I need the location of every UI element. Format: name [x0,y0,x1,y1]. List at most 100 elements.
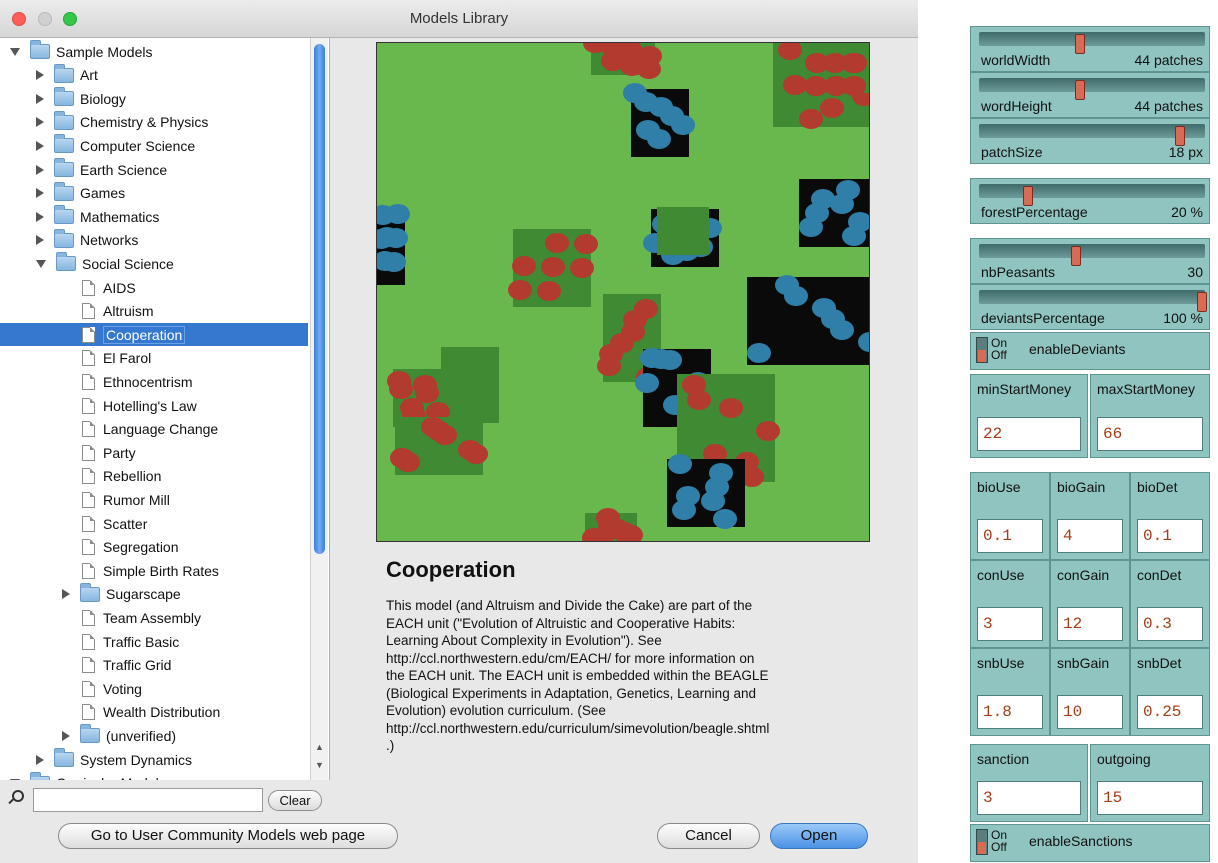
cancel-button[interactable]: Cancel [657,823,760,849]
input-field[interactable]: 15 [1097,781,1203,815]
input-field[interactable]: 3 [977,781,1081,815]
slider-patchSize[interactable]: patchSize 18 px [970,118,1210,164]
tree-model-item[interactable]: Hotelling's Law [0,394,308,417]
input-bioUse[interactable]: bioUse 0.1 [970,472,1050,560]
slider-handle[interactable] [1023,186,1033,206]
tree-model-item[interactable]: Altruism [0,300,308,323]
toggle-switch[interactable] [976,337,988,363]
slider-track[interactable] [979,244,1205,266]
input-minStartMoney[interactable]: minStartMoney 22 [970,374,1088,458]
input-field[interactable]: 0.25 [1137,695,1203,729]
clear-button[interactable]: Clear [268,790,322,811]
input-field[interactable]: 66 [1097,417,1203,451]
input-field[interactable]: 0.1 [977,519,1043,553]
disclosure-right-icon[interactable] [36,754,44,765]
input-outgoing[interactable]: outgoing 15 [1090,744,1210,822]
slider-forestPercentage[interactable]: forestPercentage 20 % [970,178,1210,224]
tree-folder[interactable]: Sugarscape [0,582,308,606]
models-tree[interactable]: Sample Models Art Biology Chemistry & Physi… [0,38,330,780]
disclosure-right-icon[interactable] [36,70,44,81]
slider-track[interactable] [979,290,1207,312]
input-field[interactable]: 10 [1057,695,1123,729]
input-field[interactable]: 0.1 [1137,519,1203,553]
switch-knob[interactable] [978,842,986,854]
input-field[interactable]: 0.3 [1137,607,1203,641]
input-snbUse[interactable]: snbUse 1.8 [970,648,1050,736]
disclosure-right-icon[interactable] [36,93,44,104]
input-field[interactable]: 12 [1057,607,1123,641]
title-bar[interactable]: Models Library [0,0,918,38]
tree-folder[interactable]: Mathematics [0,205,308,228]
input-bioGain[interactable]: bioGain 4 [1050,472,1130,560]
scroll-thumb[interactable] [314,44,325,554]
switch-knob[interactable] [978,350,986,362]
disclosure-right-icon[interactable] [36,235,44,246]
scroll-up-arrow-icon[interactable]: ▲ [315,742,324,752]
tree-folder[interactable]: Earth Science [0,158,308,181]
input-conDet[interactable]: conDet 0.3 [1130,560,1210,648]
slider-track[interactable] [979,78,1205,100]
slider-track[interactable] [979,184,1205,206]
toggle-switch[interactable] [976,829,988,855]
tree-folder[interactable]: Social Science [0,252,308,275]
tree-model-item[interactable]: Simple Birth Rates [0,559,308,582]
slider-handle[interactable] [1175,126,1185,146]
tree-model-item[interactable]: Traffic Basic [0,630,308,653]
tree-model-item[interactable]: Language Change [0,418,308,441]
tree-model-item[interactable]: Cooperation [0,323,308,347]
slider-deviantsPercentage[interactable]: deviantsPercentage 100 % [970,284,1210,330]
tree-model-item[interactable]: Traffic Grid [0,654,308,677]
tree-folder[interactable]: Biology [0,87,308,110]
disclosure-right-icon[interactable] [62,730,70,741]
slider-handle[interactable] [1071,246,1081,266]
tree-model-item[interactable]: Segregation [0,536,308,559]
input-bioDet[interactable]: bioDet 0.1 [1130,472,1210,560]
input-maxStartMoney[interactable]: maxStartMoney 66 [1090,374,1210,458]
tree-folder[interactable]: Computer Science [0,134,308,157]
disclosure-down-icon[interactable] [10,47,20,56]
tree-folder[interactable]: Networks [0,228,308,252]
tree-model-item[interactable]: El Farol [0,347,308,370]
slider-wordHeight[interactable]: wordHeight 44 patches [970,72,1210,118]
disclosure-right-icon[interactable] [36,140,44,151]
input-snbGain[interactable]: snbGain 10 [1050,648,1130,736]
tree-folder[interactable]: Sample Models [0,40,308,63]
disclosure-right-icon[interactable] [36,164,44,175]
disclosure-right-icon[interactable] [36,211,44,222]
tree-model-item[interactable]: Party [0,441,308,464]
input-conGain[interactable]: conGain 12 [1050,560,1130,648]
slider-nbPeasants[interactable]: nbPeasants 30 [970,238,1210,284]
input-field[interactable]: 4 [1057,519,1123,553]
input-snbDet[interactable]: snbDet 0.25 [1130,648,1210,736]
tree-model-item[interactable]: Rebellion [0,465,308,488]
input-field[interactable]: 3 [977,607,1043,641]
tree-folder[interactable]: Chemistry & Physics [0,110,308,134]
tree-folder[interactable]: Curricular Models [0,771,308,780]
slider-handle[interactable] [1197,292,1207,312]
community-models-button[interactable]: Go to User Community Models web page [58,823,398,849]
tree-folder[interactable]: Art [0,63,308,87]
tree-model-item[interactable]: Rumor Mill [0,488,308,511]
disclosure-right-icon[interactable] [62,589,70,600]
slider-worldWidth[interactable]: worldWidth 44 patches [970,26,1210,72]
disclosure-right-icon[interactable] [36,117,44,128]
tree-model-item[interactable]: Wealth Distribution [0,701,308,724]
input-field[interactable]: 22 [977,417,1081,451]
slider-track[interactable] [979,32,1205,54]
slider-handle[interactable] [1075,34,1085,54]
slider-track[interactable] [979,124,1205,146]
switch-enableDeviants[interactable]: On Off enableDeviants [970,332,1210,370]
input-conUse[interactable]: conUse 3 [970,560,1050,648]
disclosure-down-icon[interactable] [36,259,46,268]
tree-model-item[interactable]: AIDS [0,276,308,299]
tree-folder[interactable]: (unverified) [0,724,308,747]
tree-folder[interactable]: Games [0,181,308,205]
switch-enableSanctions[interactable]: On Off enableSanctions [970,824,1210,862]
tree-folder[interactable]: System Dynamics [0,748,308,771]
scroll-down-arrow-icon[interactable]: ▼ [315,760,324,770]
open-button[interactable]: Open [770,823,868,849]
search-input[interactable] [33,788,263,812]
tree-scrollbar[interactable]: ▲ ▼ [310,38,328,780]
input-sanction[interactable]: sanction 3 [970,744,1088,822]
tree-model-item[interactable]: Scatter [0,512,308,535]
